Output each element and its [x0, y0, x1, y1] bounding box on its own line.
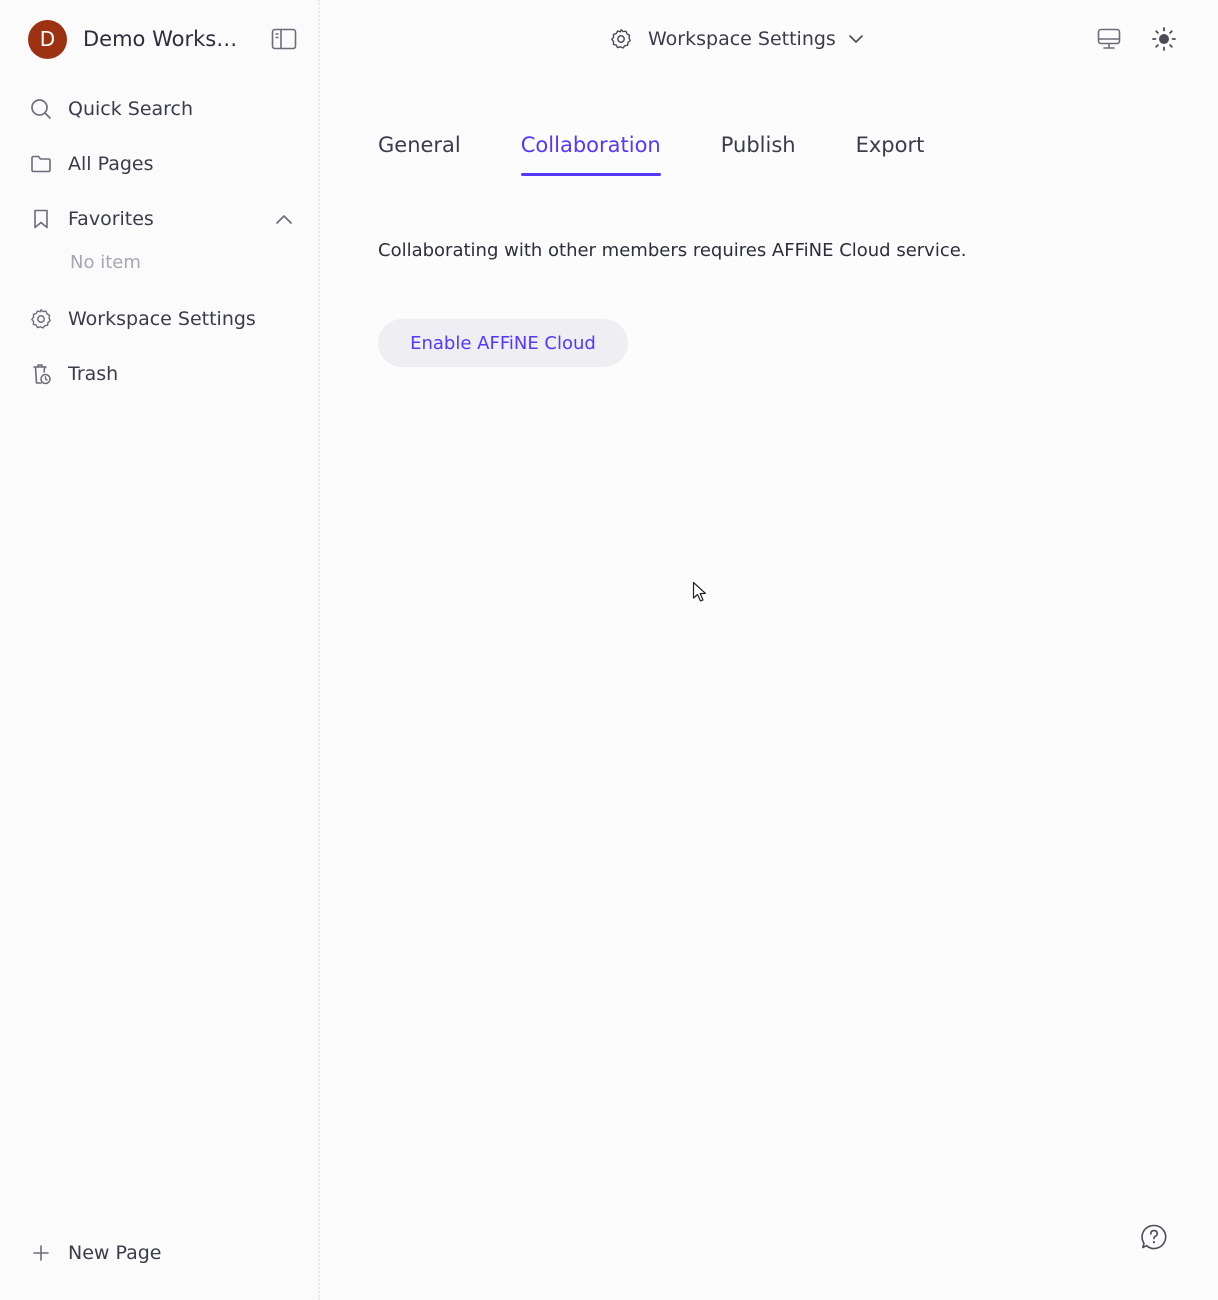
- sidebar: D Demo Workspace Quick Search All Page: [0, 0, 320, 1300]
- avatar: D: [28, 19, 67, 59]
- workspace-switcher[interactable]: D Demo Workspace: [28, 19, 298, 59]
- collaboration-description: Collaborating with other members require…: [378, 240, 967, 261]
- favorites-empty-text: No item: [70, 252, 141, 273]
- monitor-button[interactable]: [1094, 24, 1124, 54]
- new-page-label: New Page: [68, 1242, 162, 1264]
- gear-icon: [28, 306, 54, 332]
- sidebar-item-label: Quick Search: [68, 98, 194, 120]
- page-title: Workspace Settings: [648, 28, 836, 50]
- tab-publish[interactable]: Publish: [721, 133, 796, 176]
- sidebar-item-all-pages[interactable]: All Pages: [28, 144, 298, 184]
- app-window: D Demo Workspace Quick Search All Page: [0, 0, 1218, 1300]
- tab-general[interactable]: General: [378, 133, 461, 176]
- sidebar-collapse-button[interactable]: [270, 26, 298, 52]
- sidebar-item-trash[interactable]: Trash: [28, 354, 298, 394]
- sidebar-collapse-icon: [271, 28, 297, 50]
- mouse-cursor-icon: [692, 581, 707, 602]
- sidebar-item-label: Trash: [68, 363, 119, 385]
- chevron-up-icon[interactable]: [272, 207, 296, 231]
- trash-icon: [28, 361, 54, 387]
- sidebar-item-label: All Pages: [68, 153, 154, 175]
- sidebar-item-label: Favorites: [68, 208, 154, 230]
- theme-toggle-button[interactable]: [1149, 24, 1179, 54]
- sun-icon: [1152, 27, 1176, 51]
- settings-tabs: General Collaboration Publish Export: [378, 133, 984, 179]
- folder-icon: [28, 151, 54, 177]
- workspace-name: Demo Workspace: [83, 27, 245, 51]
- sidebar-item-favorites[interactable]: Favorites: [28, 199, 298, 239]
- monitor-icon: [1097, 28, 1121, 49]
- new-page-button[interactable]: New Page: [28, 1233, 228, 1273]
- gear-icon: [610, 28, 632, 50]
- sidebar-item-quick-search[interactable]: Quick Search: [28, 89, 298, 129]
- plus-icon: [28, 1244, 54, 1262]
- enable-cloud-button[interactable]: Enable AFFiNE Cloud: [378, 319, 628, 367]
- help-button[interactable]: [1139, 1222, 1169, 1252]
- search-icon: [28, 96, 54, 122]
- chevron-down-icon: [848, 34, 864, 44]
- sidebar-item-label: Workspace Settings: [68, 308, 256, 330]
- tab-export[interactable]: Export: [856, 133, 925, 176]
- tab-collaboration[interactable]: Collaboration: [520, 133, 661, 176]
- sidebar-item-workspace-settings[interactable]: Workspace Settings: [28, 299, 298, 339]
- page-title-dropdown[interactable]: Workspace Settings: [610, 20, 864, 58]
- help-icon: [1141, 1224, 1167, 1250]
- bookmark-icon: [28, 206, 54, 232]
